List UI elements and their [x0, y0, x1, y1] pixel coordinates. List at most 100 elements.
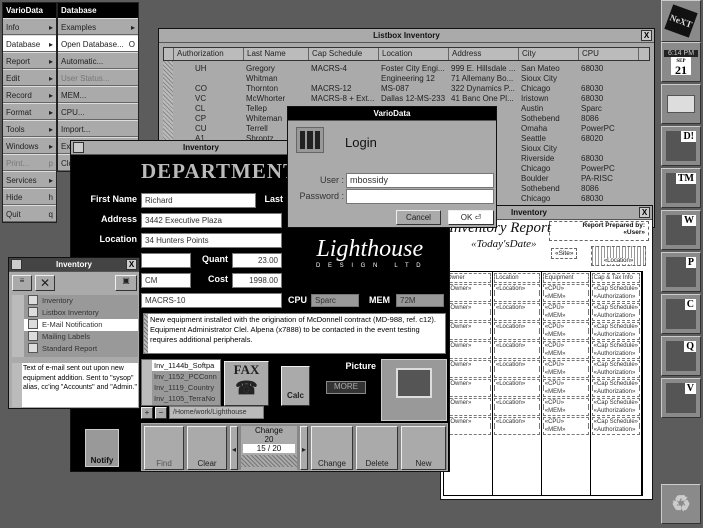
first-name-field[interactable]: Richard: [141, 193, 256, 208]
description-scrollbar[interactable]: [12, 363, 22, 407]
menu-item[interactable]: Print... p: [3, 154, 56, 171]
close-button[interactable]: X: [126, 259, 137, 270]
user-field[interactable]: mbossidy: [346, 173, 494, 188]
delete-x-button[interactable]: ✕: [35, 275, 55, 291]
unlabeled-field[interactable]: [141, 253, 191, 268]
menu-item[interactable]: Automatic...: [58, 52, 138, 69]
previous-button[interactable]: ◂: [230, 426, 238, 470]
title-bar[interactable]: Listbox Inventory X: [159, 29, 654, 43]
report-field: «Authorization»: [591, 369, 640, 378]
file-list-item[interactable]: Inv_1119_Country: [152, 382, 220, 393]
menu-item[interactable]: Info ▸: [3, 18, 56, 35]
column-header[interactable]: Last Name: [244, 48, 309, 60]
table-row[interactable]: CO Thornton MACRS-12 MS-087 322 Dynamics P..…: [173, 84, 650, 94]
menu-item[interactable]: User Status...: [58, 69, 138, 86]
delete-button[interactable]: Delete: [356, 426, 398, 470]
menu-item[interactable]: Examples ▸: [58, 18, 138, 35]
layout-list-item[interactable]: Inventory: [24, 295, 138, 307]
cancel-button[interactable]: Cancel: [396, 210, 441, 225]
menu-item[interactable]: Windows ▸: [3, 137, 56, 154]
layout-list-item[interactable]: Mailing Labels: [24, 331, 138, 343]
cpu-popup[interactable]: Sparc: [311, 294, 359, 307]
dock-app-icon[interactable]: D!: [661, 126, 701, 166]
column-header[interactable]: Cap Schedule: [309, 48, 379, 60]
monitor-button[interactable]: ▣: [115, 275, 137, 291]
menu-item[interactable]: Format ▸: [3, 103, 56, 120]
report-field: «Cap Schedule»: [591, 322, 640, 331]
dock-clock[interactable]: 6:14 PM SEP 21: [661, 42, 701, 82]
notify-button[interactable]: Notify: [85, 429, 119, 467]
clear-button[interactable]: Clear: [187, 426, 227, 470]
current-record-field[interactable]: 15: [257, 444, 266, 453]
find-button[interactable]: Find: [144, 426, 184, 470]
menu-item[interactable]: CPU...: [58, 103, 138, 120]
minus-button[interactable]: −: [155, 407, 167, 419]
cap-schedule-field[interactable]: MACRS-10: [141, 293, 282, 308]
miniaturize-button[interactable]: [73, 142, 84, 153]
file-list-item[interactable]: Inv_1152_PCConn: [152, 371, 220, 382]
recycler-icon[interactable]: ♻: [661, 484, 701, 524]
document-icon-button[interactable]: ≡: [12, 275, 32, 291]
layout-list-item[interactable]: E-Mail Notification: [24, 319, 138, 331]
mem-popup[interactable]: 72M: [396, 294, 444, 307]
dock-app-icon[interactable]: P: [661, 252, 701, 292]
column-header[interactable]: Address: [449, 48, 519, 60]
miniaturize-button[interactable]: [11, 259, 22, 270]
file-list-scrollbar[interactable]: [142, 360, 152, 405]
column-header[interactable]: Location: [379, 48, 449, 60]
column-header[interactable]: CPU: [579, 48, 639, 60]
dock-app-icon[interactable]: TM: [661, 168, 701, 208]
title-bar[interactable]: Inventory X: [9, 258, 139, 272]
menu-item[interactable]: Quit q: [3, 205, 56, 222]
layout-list-scrollbar[interactable]: [12, 295, 24, 357]
dock-nextstep-icon[interactable]: NeXT: [661, 0, 701, 42]
dock-app-icon[interactable]: W: [661, 210, 701, 250]
code-field[interactable]: CM: [141, 273, 191, 288]
layout-list-item[interactable]: Listbox Inventory: [24, 307, 138, 319]
menu-item[interactable]: Database ▸: [3, 35, 56, 52]
more-button[interactable]: MORE: [326, 381, 366, 394]
menu-item[interactable]: Record ▸: [3, 86, 56, 103]
column-header[interactable]: Authorization: [174, 48, 244, 60]
password-field[interactable]: [346, 189, 494, 204]
change-button[interactable]: Change: [311, 426, 353, 470]
menu-item[interactable]: Tools ▸: [3, 120, 56, 137]
menu-item[interactable]: MEM...: [58, 86, 138, 103]
menu-item[interactable]: Import...: [58, 120, 138, 137]
menu-item[interactable]: Hide h: [3, 188, 56, 205]
location-field[interactable]: 34 Hunters Points: [141, 233, 282, 248]
new-button[interactable]: New: [401, 426, 446, 470]
quant-field[interactable]: 23.00: [232, 253, 282, 268]
calc-button[interactable]: Calc: [281, 366, 310, 406]
dock-app-icon[interactable]: C: [661, 294, 701, 334]
layout-list-item[interactable]: Standard Report: [24, 343, 138, 355]
table-row[interactable]: UH Gregory MACRS-4 Foster City Engi... 999 E…: [173, 64, 650, 74]
menu-item[interactable]: Edit ▸: [3, 69, 56, 86]
cost-field[interactable]: 1998.00: [232, 273, 282, 288]
menu-item[interactable]: Services ▸: [3, 171, 56, 188]
file-list[interactable]: Inv_1144b_Softpa Inv_1152_PCConn Inv_1119_…: [141, 359, 221, 406]
menu-item[interactable]: Open Database... O: [58, 35, 138, 52]
notes-textarea[interactable]: New equipment installed with the origina…: [143, 313, 446, 354]
address-field[interactable]: 3442 Executive Plaza: [141, 213, 282, 228]
record-slider[interactable]: [241, 455, 297, 467]
dock-app-icon[interactable]: V: [661, 378, 701, 418]
close-button[interactable]: X: [641, 30, 652, 41]
path-field[interactable]: /Home/work/Lighthouse: [169, 406, 264, 419]
file-list-item[interactable]: Inv_1144b_Softpa: [152, 360, 220, 371]
title-bar[interactable]: VarioData: [288, 107, 496, 121]
file-list-item[interactable]: Inv_1105_TerraNo: [152, 393, 220, 404]
plus-button[interactable]: +: [141, 407, 153, 419]
fax-button[interactable]: FAX ☎: [224, 361, 269, 406]
close-button[interactable]: X: [639, 207, 650, 218]
ok-button[interactable]: OK ⏎: [448, 210, 494, 225]
table-row[interactable]: VC McWhorter MACRS-8 + Ext... Dallas 12-MS-…: [173, 94, 650, 104]
table-cell: Chicago: [521, 84, 551, 93]
next-button[interactable]: ▸: [300, 426, 308, 470]
menu-item[interactable]: Report ▸: [3, 52, 56, 69]
dock-app-icon[interactable]: Q: [661, 336, 701, 376]
table-row[interactable]: Whitman Engineering 12 71 Allemany Bo... Si…: [173, 74, 650, 84]
column-header[interactable]: City: [519, 48, 579, 60]
dock-mail-icon[interactable]: [661, 84, 701, 124]
description-text[interactable]: Text of e-mail sent out upon new equipme…: [12, 363, 138, 407]
